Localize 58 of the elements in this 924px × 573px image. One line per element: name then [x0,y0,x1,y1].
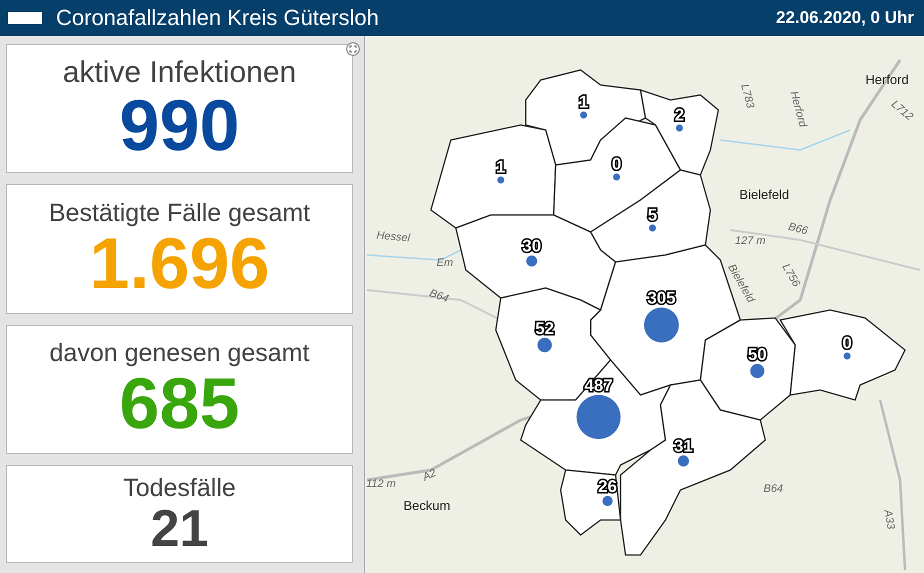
indicator-value: 990 [119,90,240,162]
case-bubble[interactable] [644,308,679,342]
indicator-label: aktive Infektionen [62,56,296,90]
update-date: 22.06.2020, 0 Uhr [776,8,914,28]
district-area[interactable] [455,214,616,311]
place-label: Herford [788,90,809,128]
dashboard-title: Coronafallzahlen Kreis Gütersloh [56,5,380,31]
indicator-label: Bestätigte Fälle gesamt [48,198,310,228]
place-label: B64 [428,287,450,306]
case-count: 50 [748,344,767,364]
case-bubble[interactable] [497,176,504,184]
place-label: A33 [881,508,897,530]
indicator-value: 1.696 [89,228,270,300]
case-count: 1 [578,92,588,112]
case-bubble[interactable] [649,224,656,232]
case-bubble[interactable] [844,352,851,360]
place-label: B66 [787,220,809,238]
fullscreen-icon[interactable] [346,42,360,56]
case-bubble[interactable] [526,256,538,266]
indicator-label: davon genesen gesamt [50,339,310,368]
place-label: Em [436,257,454,269]
place-label: Beckum [403,498,450,513]
case-count: 305 [647,288,676,308]
place-label: B64 [764,483,784,495]
place-label: L783 [738,82,756,110]
case-count: 0 [612,154,622,174]
district-area[interactable] [700,317,796,421]
case-count: 31 [674,436,693,456]
case-count: 1 [496,157,506,176]
place-label: 127 m [735,235,766,247]
district-area[interactable] [779,309,906,401]
case-bubble[interactable] [537,338,552,352]
district-area[interactable] [640,89,720,176]
place-label: A2 [421,467,438,484]
district-area[interactable] [560,469,622,536]
case-bubble[interactable] [676,124,683,132]
district-area[interactable] [495,287,612,401]
case-bubble[interactable] [576,394,621,440]
place-label: Bielefeld [739,187,790,202]
place-label: Herford [865,72,909,87]
case-count: 2 [674,105,684,124]
case-bubble[interactable] [750,364,764,378]
case-bubble[interactable] [613,174,620,180]
indicator-value: 21 [150,502,208,555]
case-bubble[interactable] [678,455,689,467]
place-label: Hessel [376,230,410,244]
case-bubble[interactable] [580,112,588,118]
case-count: 0 [842,333,852,352]
indicator-label: Todesfälle [123,474,236,503]
indicator-value: 685 [119,368,240,440]
place-label: L756 [780,262,802,290]
place-label: 112 m [366,478,396,490]
case-bubble[interactable] [602,496,613,506]
logo-icon [8,12,42,24]
case-count: 52 [535,318,554,338]
district-area[interactable] [430,124,556,229]
case-count: 30 [522,236,542,256]
case-count: 5 [648,205,658,224]
